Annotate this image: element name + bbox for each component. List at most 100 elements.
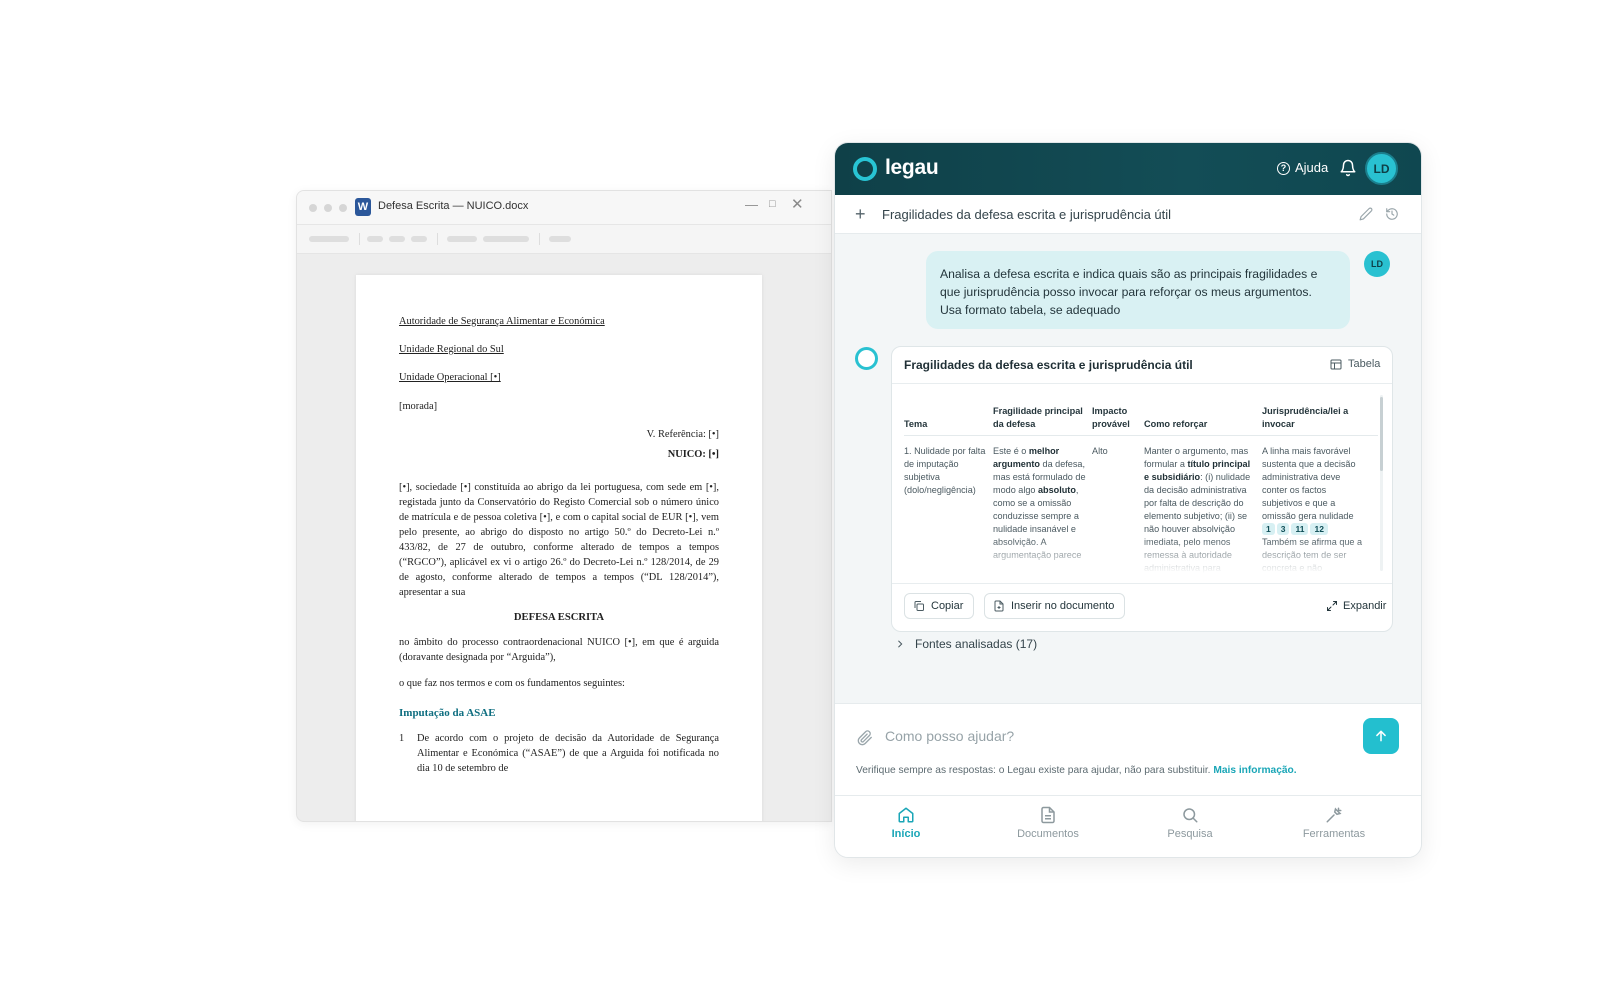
composer: Como posso ajudar? Verifique sempre as r… xyxy=(835,703,1421,796)
toolbar-placeholder[interactable] xyxy=(309,236,349,242)
card-header: Fragilidades da defesa escrita e jurispr… xyxy=(892,347,1392,384)
document-heading: DEFESA ESCRITA xyxy=(513,612,605,623)
table-view-toggle[interactable]: Tabela xyxy=(1348,358,1380,370)
legau-logo-text: legau xyxy=(885,156,939,179)
minimize-icon[interactable]: — xyxy=(745,197,758,212)
citation-ref[interactable]: 12 xyxy=(1310,523,1328,535)
card-actions: Copiar Inserir no documento Expandir xyxy=(892,583,1392,631)
document-page[interactable]: Autoridade de Segurança Alimentar e Econ… xyxy=(356,275,762,821)
toolbar-separator xyxy=(359,233,360,245)
insert-label: Inserir no documento xyxy=(1011,600,1115,612)
copy-button[interactable]: Copiar xyxy=(904,593,975,619)
toolbar-placeholder[interactable] xyxy=(411,236,427,242)
search-icon xyxy=(1183,808,1198,823)
nav-pesquisa[interactable]: Pesquisa xyxy=(1135,806,1245,840)
table-icon[interactable] xyxy=(1330,359,1342,370)
table-divider xyxy=(904,435,1378,436)
close-dot[interactable] xyxy=(309,204,317,212)
legau-logo-icon xyxy=(853,157,877,181)
section-heading: Imputação da ASAE xyxy=(399,707,496,719)
legau-header: legau ? Ajuda LD xyxy=(835,143,1421,195)
help-icon[interactable]: ? xyxy=(1277,162,1290,175)
nav-ferramentas[interactable]: Ferramentas xyxy=(1279,806,1389,840)
table-header-cell: Fragilidade principal da defesa xyxy=(993,406,1083,429)
expand-button[interactable]: Expandir xyxy=(1326,600,1386,612)
toolbar-placeholder[interactable] xyxy=(549,236,571,242)
toolbar-separator xyxy=(539,233,540,245)
numbered-paragraph: 1 De acordo com o projeto de decisão da … xyxy=(399,731,719,776)
address-line: Unidade Operacional [•] xyxy=(399,372,501,383)
chevron-right-icon xyxy=(898,640,903,648)
conversation-title[interactable]: Fragilidades da defesa escrita e jurispr… xyxy=(882,207,1171,222)
window-traffic-lights xyxy=(309,204,347,212)
bottom-nav: Início Documentos Pesquisa Ferramentas xyxy=(835,795,1421,857)
sources-label: Fontes analisadas (17) xyxy=(915,637,1038,651)
toolbar-separator xyxy=(437,233,438,245)
reference-line: V. Referência: [•] xyxy=(646,429,719,440)
weakness-table[interactable]: Tema Fragilidade principal da defesa Imp… xyxy=(904,393,1378,573)
maximize-icon[interactable]: □ xyxy=(769,198,776,210)
table-cell-fragilidade: Este é o melhor argumento da defesa, mas… xyxy=(993,446,1086,560)
user-message-bubble: Analisa a defesa escrita e indica quais … xyxy=(926,251,1350,329)
toolbar-placeholder[interactable] xyxy=(447,236,477,242)
user-avatar[interactable]: LD xyxy=(1365,152,1398,185)
address-morada: [morada] xyxy=(399,401,438,412)
toolbar-placeholder[interactable] xyxy=(389,236,405,242)
document-title: Defesa Escrita — NUICO.docx xyxy=(378,200,529,212)
table-header-cell: Como reforçar xyxy=(1144,419,1208,429)
citation-ref[interactable]: 11 xyxy=(1291,523,1309,535)
document-plus-icon xyxy=(994,600,1004,612)
intro-paragraph: [•], sociedade [•] constituída ao abrigo… xyxy=(399,482,719,598)
copy-icon xyxy=(914,601,924,611)
nav-inicio[interactable]: Início xyxy=(851,806,961,840)
paperclip-icon[interactable] xyxy=(857,730,873,746)
word-window: W Defesa Escrita — NUICO.docx — □ ✕ Auto… xyxy=(296,190,832,822)
citation-ref[interactable]: 1 xyxy=(1262,523,1275,535)
assistant-avatar-icon xyxy=(855,347,878,370)
send-button[interactable] xyxy=(1363,718,1399,754)
disclaimer: Verifique sempre as respostas: o Legau e… xyxy=(856,765,1297,776)
document-body: Autoridade de Segurança Alimentar e Econ… xyxy=(399,315,719,776)
grounds-paragraph: o que faz nos termos e com os fundamento… xyxy=(399,678,625,689)
table-header-cell: Impacto provável xyxy=(1092,406,1130,429)
message-avatar: LD xyxy=(1364,251,1390,277)
tools-icon xyxy=(1326,807,1342,823)
expand-label: Expandir xyxy=(1343,600,1387,612)
bell-icon[interactable] xyxy=(1339,159,1357,177)
arrow-up-icon xyxy=(1376,730,1386,742)
table-cell-reforcar: Manter o argumento, mas formular a títul… xyxy=(1144,446,1251,573)
chat-input[interactable]: Como posso ajudar? xyxy=(885,728,1014,744)
toolbar-placeholder[interactable] xyxy=(483,236,529,242)
table-header-cell: Tema xyxy=(904,419,928,429)
zoom-dot[interactable] xyxy=(339,204,347,212)
citation-ref[interactable]: 3 xyxy=(1276,523,1290,535)
card-title: Fragilidades da defesa escrita e jurispr… xyxy=(904,358,1193,372)
table-cell-jurisprudencia: A linha mais favorável sustenta que a de… xyxy=(1262,446,1363,573)
word-titlebar: W Defesa Escrita — NUICO.docx — □ ✕ xyxy=(297,191,831,225)
pencil-icon[interactable] xyxy=(1359,207,1373,221)
nuico-line: NUICO: [•] xyxy=(667,449,719,460)
word-app-icon: W xyxy=(355,198,371,216)
expand-icon xyxy=(1327,601,1337,611)
scope-paragraph: no âmbito do processo contraordenacional… xyxy=(399,637,719,663)
history-icon[interactable] xyxy=(1385,207,1399,221)
legau-panel: legau ? Ajuda LD + Fragilidades da defes… xyxy=(834,142,1422,858)
more-info-link[interactable]: Mais informação. xyxy=(1213,765,1296,776)
table-scrollbar-thumb[interactable] xyxy=(1380,397,1383,471)
minimize-dot[interactable] xyxy=(324,204,332,212)
toolbar-placeholder[interactable] xyxy=(367,236,383,242)
paragraph-text: De acordo com o projeto de decisão da Au… xyxy=(417,733,719,774)
insert-into-document-button[interactable]: Inserir no documento xyxy=(984,593,1126,619)
new-chat-icon[interactable]: + xyxy=(855,204,866,225)
table-cell-tema: 1. Nulidade por falta de imputação subje… xyxy=(904,446,986,495)
paragraph-number: 1 xyxy=(399,733,405,744)
word-toolbar xyxy=(297,225,831,254)
nav-documentos[interactable]: Documentos xyxy=(993,806,1103,840)
response-card: Fragilidades da defesa escrita e jurispr… xyxy=(891,346,1393,632)
conversation-bar: + Fragilidades da defesa escrita e juris… xyxy=(835,195,1421,234)
close-icon[interactable]: ✕ xyxy=(791,195,804,213)
sources-toggle[interactable]: Fontes analisadas (17) xyxy=(895,637,1037,651)
document-icon xyxy=(1041,806,1055,824)
help-link[interactable]: Ajuda xyxy=(1295,160,1328,175)
address-line: Unidade Regional do Sul xyxy=(399,344,504,355)
